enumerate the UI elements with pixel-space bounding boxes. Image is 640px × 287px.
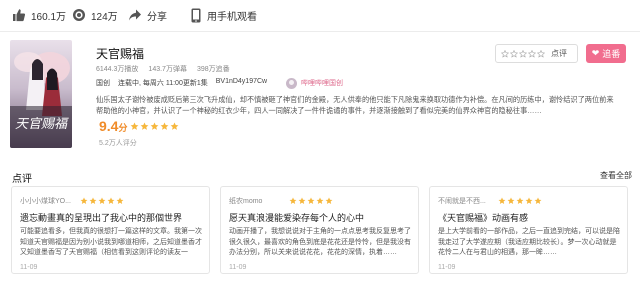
review-header: 不闹就是不西... bbox=[438, 195, 542, 206]
phone-icon bbox=[191, 8, 201, 22]
star-filled-icon bbox=[516, 196, 524, 204]
star-filled-icon bbox=[130, 122, 139, 130]
star-filled-icon bbox=[498, 196, 506, 204]
star-filled-icon bbox=[89, 196, 97, 204]
review-header: 纸农momo bbox=[229, 195, 333, 206]
svg-text:天官赐福: 天官赐福 bbox=[15, 117, 69, 132]
anime-cover[interactable]: 天官赐福 bbox=[10, 40, 72, 148]
follow-count: 398万追番 bbox=[196, 66, 230, 73]
star-filled-icon bbox=[307, 196, 315, 204]
star-filled-icon bbox=[298, 196, 306, 204]
star-filled-icon bbox=[116, 196, 124, 204]
anime-description: 仙乐国太子谢怜被废成贬后第三次飞升成仙，却不慎被砸了神官们的金殿，无人供奉的他只… bbox=[96, 95, 614, 115]
reviews-title: 点评 bbox=[12, 174, 32, 185]
rate-button[interactable]: 点评 bbox=[495, 44, 578, 63]
chase-label: 追番 bbox=[602, 49, 621, 59]
review-title[interactable]: 《天官赐福》动画有感 bbox=[438, 211, 528, 224]
bv-id: BV1nD4y197Cw bbox=[215, 78, 268, 85]
anime-stats: 6144.3万播放 143.7万弹幕 398万追番 bbox=[96, 64, 230, 74]
like-button[interactable]: 160.1万 bbox=[12, 7, 66, 23]
review-body: 可能要追看多，但我真的很想打一篇这样的文章。我第一次知道天官赐福是因为别小说我到… bbox=[20, 228, 202, 256]
share-label: 分享 bbox=[147, 11, 167, 23]
share-button[interactable]: 分享 bbox=[128, 7, 167, 23]
star-filled-icon bbox=[107, 196, 115, 204]
review-body: 是上大学前看的一部作品，之后一直追到完结，可以说是陪我走过了大学遂应期（我适应期… bbox=[438, 228, 620, 256]
review-stars bbox=[80, 196, 124, 205]
review-title[interactable]: 遗忘動畫真的呈現出了我心中的那個世界 bbox=[20, 211, 182, 224]
star-filled-icon bbox=[170, 122, 179, 130]
share-icon bbox=[129, 9, 141, 21]
score-stars bbox=[130, 122, 179, 131]
score-count: 5.2万人评分 bbox=[99, 140, 137, 147]
coin-count: 124万 bbox=[91, 11, 118, 23]
star-filled-icon bbox=[507, 196, 515, 204]
review-body: 动画开播了，我想说说对于主角的一点点思考我反复思考了很久很久，最喜欢的角色到底是… bbox=[229, 228, 411, 256]
category-tag[interactable]: 国创 bbox=[96, 78, 110, 89]
star-empty-icon[interactable] bbox=[501, 49, 509, 58]
like-count: 160.1万 bbox=[31, 11, 67, 23]
chase-button[interactable]: ❤ 追番 bbox=[586, 44, 626, 63]
star-filled-icon bbox=[316, 196, 324, 204]
review-title[interactable]: 愿天真浪漫能爱染存每个人的心中 bbox=[229, 211, 364, 224]
star-empty-icon[interactable] bbox=[510, 49, 518, 58]
star-filled-icon bbox=[80, 196, 88, 204]
review-card[interactable]: 纸农momo 愿天真浪漫能爱染存每个人的心中 动画开播了，我想说说对于主角的一点… bbox=[220, 186, 419, 274]
danmaku-count: 143.7万弹幕 bbox=[148, 66, 187, 73]
uploader[interactable]: 哔哩哔哩国创 bbox=[286, 77, 343, 89]
review-card[interactable]: 不闹就是不西... 《天官赐福》动画有感 是上大学前看的一部作品，之后一直追到完… bbox=[429, 186, 628, 274]
star-filled-icon bbox=[289, 196, 297, 204]
anime-meta: 国创 连载中, 每周六 11:00更新1集 BV1nD4y197Cw bbox=[96, 78, 267, 89]
star-filled-icon bbox=[534, 196, 542, 204]
star-filled-icon bbox=[160, 122, 169, 130]
thumbs-up-icon bbox=[13, 9, 26, 22]
review-user[interactable]: 不闹就是不西... bbox=[438, 196, 495, 206]
rate-label: 点评 bbox=[551, 49, 567, 58]
review-header: 小小小煤球YO... bbox=[20, 195, 124, 206]
watch-on-phone-label: 用手机观看 bbox=[207, 11, 257, 23]
star-filled-icon bbox=[98, 196, 106, 204]
review-stars bbox=[289, 196, 333, 205]
coin-button[interactable]: 124万 bbox=[72, 7, 118, 23]
score: 9.4分 bbox=[99, 118, 127, 134]
review-date: 11-09 bbox=[229, 264, 247, 271]
score-value: 9.4 bbox=[99, 118, 119, 134]
review-user[interactable]: 纸农momo bbox=[229, 196, 286, 206]
review-card[interactable]: 小小小煤球YO... 遗忘動畫真的呈現出了我心中的那個世界 可能要追看多，但我真… bbox=[11, 186, 210, 274]
review-user[interactable]: 小小小煤球YO... bbox=[20, 196, 77, 206]
avatar bbox=[286, 77, 297, 89]
star-filled-icon bbox=[140, 122, 149, 130]
star-filled-icon bbox=[150, 122, 159, 130]
watch-on-phone-button[interactable]: 用手机观看 bbox=[190, 7, 257, 23]
rate-stars bbox=[501, 49, 545, 58]
star-empty-icon[interactable] bbox=[537, 49, 545, 58]
star-filled-icon bbox=[325, 196, 333, 204]
view-all-link[interactable]: 查看全部 bbox=[600, 170, 632, 181]
review-stars bbox=[498, 196, 542, 205]
anime-title: 天官赐福 bbox=[96, 47, 145, 61]
top-toolbar: 160.1万 124万 分享 用手机观看 bbox=[0, 0, 640, 30]
top-divider bbox=[0, 31, 640, 32]
heart-plus-icon: ❤ bbox=[591, 48, 600, 58]
star-filled-icon bbox=[525, 196, 533, 204]
review-date: 11-09 bbox=[438, 264, 456, 271]
review-date: 11-09 bbox=[20, 264, 38, 271]
update-schedule: 连载中, 每周六 11:00更新1集 bbox=[118, 80, 208, 87]
star-empty-icon[interactable] bbox=[528, 49, 536, 58]
coin-icon bbox=[73, 9, 85, 21]
uploader-name: 哔哩哔哩国创 bbox=[301, 80, 343, 87]
play-count: 6144.3万播放 bbox=[96, 66, 139, 73]
star-empty-icon[interactable] bbox=[519, 49, 527, 58]
score-unit: 分 bbox=[118, 123, 128, 133]
